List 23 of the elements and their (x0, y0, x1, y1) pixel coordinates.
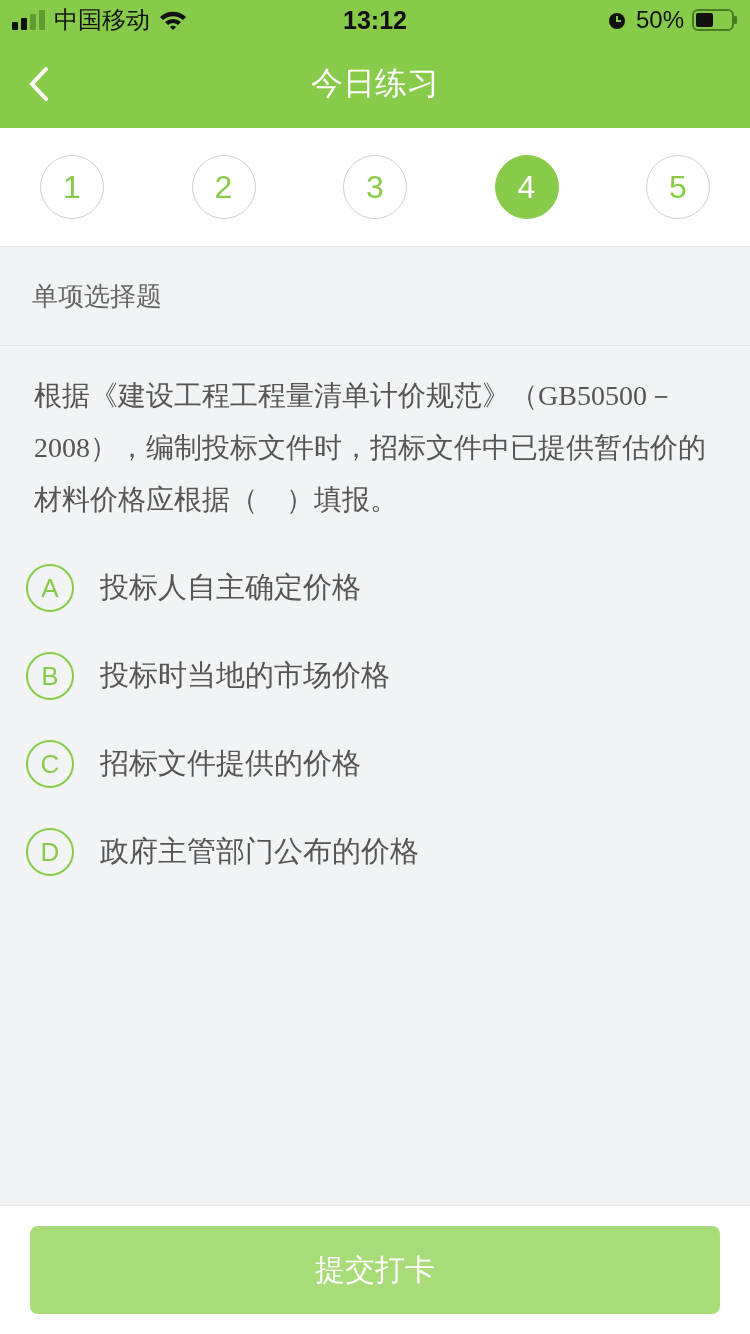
question-number[interactable]: 3 (343, 155, 407, 219)
battery-percent: 50% (635, 6, 684, 34)
option-text[interactable]: 投标人自主确定价格 (100, 568, 361, 608)
question-type: 单项选择题 (32, 279, 162, 313)
question-number[interactable]: 1 (40, 155, 104, 219)
option-text[interactable]: 招标文件提供的价格 (100, 744, 361, 784)
option-letter[interactable]: C (26, 740, 74, 788)
back-icon[interactable] (28, 66, 50, 102)
clock-time: 13:12 (343, 5, 407, 35)
carrier-name: 中国移动 (54, 5, 150, 35)
question-text: 根据《建设工程工程量清单计价规范》（GB50500－2008），编制投标文件时，招标文件中已提供暂估价的材料价格应根据（ ）填报。 (34, 379, 707, 517)
option-letter[interactable]: D (26, 828, 74, 876)
wifi-icon (158, 9, 188, 31)
option-text[interactable]: 投标时当地的市场价格 (100, 656, 390, 696)
option-text[interactable]: 政府主管部门公布的价格 (100, 832, 419, 872)
question-number[interactable]: 5 (646, 155, 710, 219)
question-number[interactable]: 4 (494, 155, 559, 219)
option-letter[interactable]: A (26, 564, 74, 612)
question-number[interactable]: 2 (191, 155, 256, 219)
page-title: 今日练习 (311, 64, 439, 103)
battery-icon (692, 9, 738, 31)
option-letter[interactable]: B (26, 652, 74, 700)
signal-icon (12, 10, 46, 30)
